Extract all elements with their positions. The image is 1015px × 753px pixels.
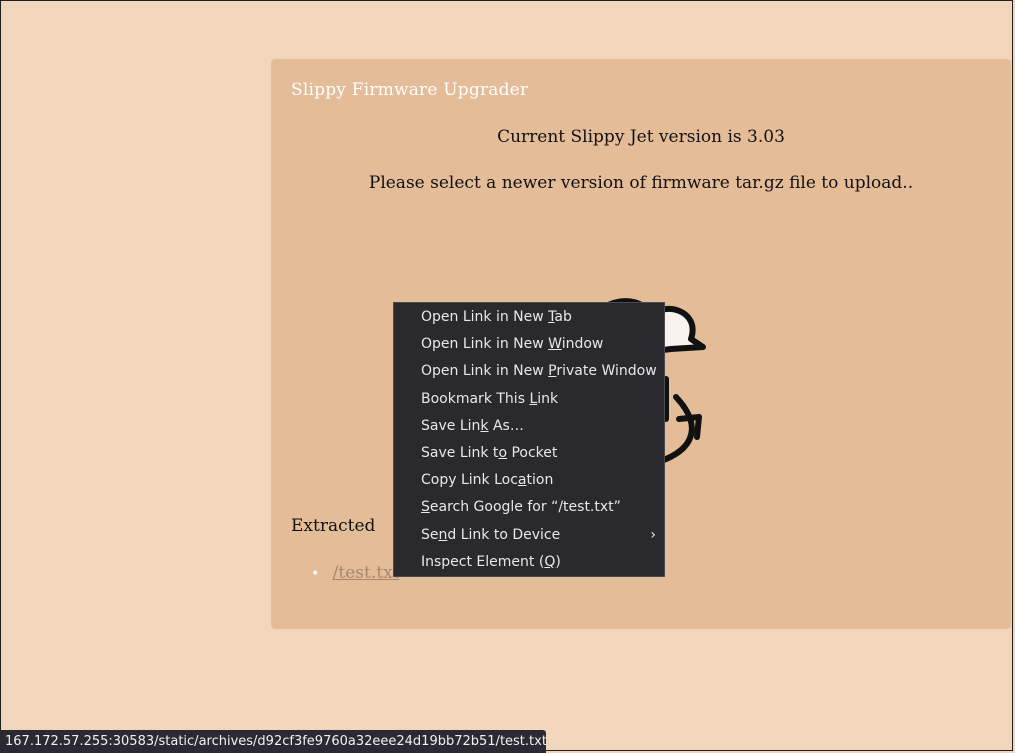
menu-item-bookmark-link[interactable]: Bookmark This Link: [394, 386, 664, 413]
menu-item-inspect-element[interactable]: Inspect Element (Q): [394, 549, 664, 576]
context-menu: Open Link in New Tab Open Link in New Wi…: [393, 302, 665, 577]
chevron-right-icon: ›: [650, 526, 656, 543]
status-bar-url: 167.172.57.255:30583/static/archives/d92…: [0, 730, 546, 753]
menu-item-copy-link-location[interactable]: Copy Link Location: [394, 467, 664, 494]
extracted-heading: Extracted: [291, 516, 376, 536]
file-link[interactable]: /test.txt: [333, 563, 400, 583]
menu-item-send-link-to-device[interactable]: Send Link to Device ›: [394, 522, 664, 549]
menu-item-open-new-tab[interactable]: Open Link in New Tab: [394, 304, 664, 331]
menu-item-open-new-window[interactable]: Open Link in New Window: [394, 331, 664, 358]
menu-item-search-google[interactable]: Search Google for “/test.txt”: [394, 494, 664, 521]
version-text: Current Slippy Jet version is 3.03: [497, 127, 785, 147]
file-list: /test.txt: [311, 563, 400, 583]
app-title: Slippy Firmware Upgrader: [291, 80, 529, 100]
menu-item-save-to-pocket[interactable]: Save Link to Pocket: [394, 440, 664, 467]
menu-item-save-link-as[interactable]: Save Link As…: [394, 413, 664, 440]
list-item: /test.txt: [311, 563, 400, 583]
menu-item-open-private-window[interactable]: Open Link in New Private Window: [394, 358, 664, 385]
instruction-text: Please select a newer version of firmwar…: [368, 173, 914, 193]
